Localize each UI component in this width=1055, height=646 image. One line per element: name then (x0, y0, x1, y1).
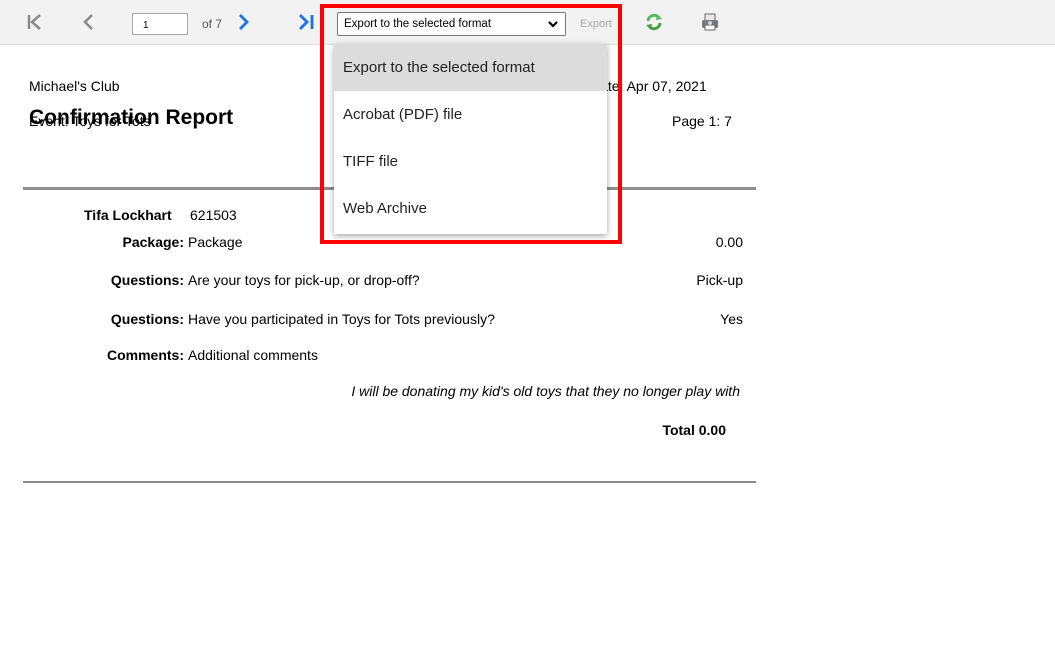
chevron-down-icon (548, 21, 558, 28)
export-button[interactable]: Export (580, 18, 612, 30)
footer-divider (23, 481, 756, 483)
option-web-archive[interactable]: Web Archive (334, 185, 607, 232)
row-value: Are your toys for pick-up, or drop-off? (188, 272, 420, 288)
export-format-dropdown: Export to the selected format Acrobat (P… (334, 44, 607, 234)
export-format-select[interactable]: Export to the selected format (337, 12, 566, 36)
report-title: Confirmation Report (29, 106, 234, 129)
row-amount: 0.00 (715, 234, 743, 250)
next-page-button[interactable] (234, 10, 254, 34)
option-pdf[interactable]: Acrobat (PDF) file (334, 91, 607, 138)
row-amount: Pick-up (696, 272, 743, 288)
row-amount: Yes (720, 311, 743, 327)
last-page-button[interactable] (295, 10, 317, 34)
attendee-id: 621503 (190, 207, 237, 223)
refresh-icon (646, 13, 662, 31)
row-value: Package (188, 234, 243, 250)
report-date: Date: Apr 07, 2021 (590, 78, 707, 94)
option-tiff[interactable]: TIFF file (334, 138, 607, 185)
row-label: Questions: (110, 272, 184, 288)
first-page-icon (27, 14, 41, 30)
next-page-icon (239, 14, 249, 30)
page-indicator: Page 1: 7 (672, 113, 732, 129)
option-export-selected-format[interactable]: Export to the selected format (334, 44, 607, 91)
club-name: Michael's Club (29, 78, 120, 94)
prev-page-icon (83, 14, 93, 30)
export-format-selected: Export to the selected format (344, 18, 492, 30)
page-count-label: of 7 (202, 17, 223, 31)
row-value: Have you participated in Toys for Tots p… (188, 311, 495, 327)
prev-page-button[interactable] (78, 10, 98, 34)
row-value: Additional comments (188, 347, 318, 363)
row-label: Comments: (106, 347, 184, 363)
attendee-name: Tifa Lockhart (84, 207, 172, 223)
last-page-icon (299, 14, 314, 30)
total-amount: Total 0.00 (662, 422, 726, 438)
print-button[interactable] (698, 10, 722, 34)
page-number-input[interactable] (132, 13, 188, 35)
row-label: Questions: (110, 311, 184, 327)
row-label: Package: (122, 234, 184, 250)
comment-text: I will be donating my kid's old toys tha… (351, 383, 740, 399)
report-toolbar: of 7 Export to the selected format Expor… (0, 0, 1055, 45)
refresh-button[interactable] (642, 10, 666, 34)
first-page-button[interactable] (24, 10, 46, 34)
print-icon (702, 13, 718, 31)
